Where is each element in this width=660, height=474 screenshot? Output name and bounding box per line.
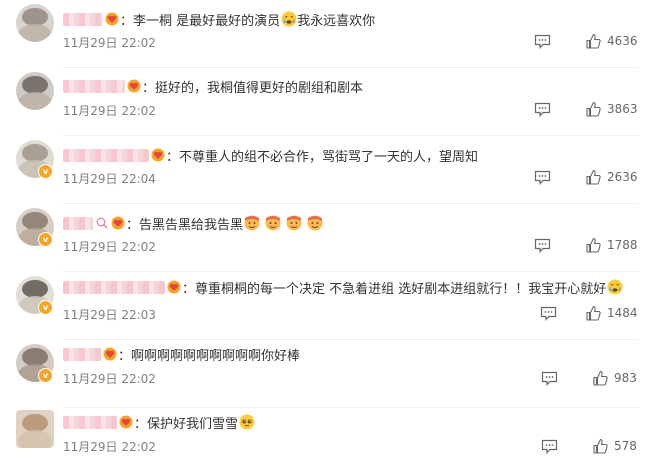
avatar[interactable] — [16, 410, 54, 448]
hot-face-icon — [244, 215, 260, 231]
timestamp: 11月29日 22:02 — [63, 240, 156, 254]
reply-icon[interactable] — [540, 306, 557, 321]
like-count: 3863 — [607, 102, 638, 116]
thumbs-up-icon — [585, 305, 602, 322]
like-button[interactable]: 1484 — [585, 304, 638, 322]
reply-icon[interactable] — [534, 34, 551, 49]
timestamp: 11月29日 22:02 — [63, 36, 156, 50]
like-count: 578 — [614, 439, 637, 453]
comment-text: 不尊重人的组不必合作，骂街骂了一天的人，望周知 — [179, 149, 479, 165]
verified-badge-icon: v — [38, 300, 53, 315]
comment-text: 挺好的，我桐值得更好的剧组和剧本 — [155, 80, 364, 96]
fan-heart-badge-icon — [119, 415, 133, 429]
comment-item: v ： 告黑告黑给我告黑 11月29日 22:02 1788 — [0, 204, 660, 272]
verified-badge-icon: v — [38, 164, 53, 179]
like-count: 4636 — [607, 34, 638, 48]
comment-item: ： 挺好的，我桐值得更好的剧组和剧本 11月29日 22:02 3863 — [0, 68, 660, 136]
crying-face-icon — [607, 279, 623, 295]
avatar[interactable] — [16, 4, 54, 42]
username-blurred[interactable] — [63, 79, 125, 93]
comment-text: 李一桐 是最好最好的演员 — [133, 13, 281, 29]
hot-face-icon — [307, 215, 323, 231]
reply-icon[interactable] — [541, 439, 558, 454]
comment-text: 啊啊啊啊啊啊啊啊啊啊你好棒 — [131, 348, 301, 364]
verified-badge-icon: v — [38, 368, 53, 383]
verified-badge-icon: v — [38, 232, 53, 247]
fan-heart-badge-icon — [103, 347, 117, 361]
like-count: 1788 — [607, 238, 638, 252]
fan-heart-badge-icon — [167, 280, 181, 294]
comment-item: ： 保护好我们雪雪 11月29日 22:02 578 — [0, 406, 660, 474]
like-button[interactable]: 1788 — [585, 236, 638, 254]
hot-face-icon — [286, 215, 302, 231]
like-count: 983 — [614, 371, 637, 385]
reply-icon[interactable] — [534, 102, 551, 117]
username-blurred[interactable] — [63, 347, 101, 361]
thumbs-up-icon — [585, 237, 602, 254]
avatar[interactable] — [16, 72, 54, 110]
like-button[interactable]: 3863 — [585, 100, 638, 118]
search-badge-icon — [95, 216, 109, 230]
fan-heart-badge-icon — [127, 79, 141, 93]
timestamp: 11月29日 22:02 — [63, 104, 156, 118]
username-blurred[interactable] — [63, 415, 117, 429]
like-count: 1484 — [607, 306, 638, 320]
like-count: 2636 — [607, 170, 638, 184]
comment-item: v ： 尊重桐桐的每一个决定 不急着进组 选好剧本进组就行！！我宝开心就好 11… — [0, 272, 660, 340]
like-button[interactable]: 4636 — [585, 32, 638, 50]
fan-heart-badge-icon — [105, 12, 119, 26]
timestamp: 11月29日 22:04 — [63, 172, 156, 186]
crying-face-icon — [281, 11, 297, 27]
thumbs-up-icon — [592, 370, 609, 387]
comment-text: 尊重桐桐的每一个决定 不急着进组 选好剧本进组就行！！我宝开心就好 — [195, 281, 607, 297]
hot-face-icon — [265, 215, 281, 231]
timestamp: 11月29日 22:03 — [63, 308, 156, 322]
like-button[interactable]: 2636 — [585, 168, 638, 186]
thumbs-up-icon — [585, 169, 602, 186]
comment-item: v ： 啊啊啊啊啊啊啊啊啊啊你好棒 11月29日 22:02 983 — [0, 340, 660, 408]
fan-heart-badge-icon — [111, 216, 125, 230]
reply-icon[interactable] — [534, 170, 551, 185]
fan-heart-badge-icon — [151, 148, 165, 162]
comment-text-tail: 我永远喜欢你 — [297, 13, 376, 29]
username-blurred[interactable] — [63, 216, 93, 230]
thumbs-up-icon — [585, 33, 602, 50]
reply-icon[interactable] — [534, 238, 551, 253]
comment-text: 保护好我们雪雪 — [147, 416, 239, 432]
pleading-face-icon — [239, 414, 255, 430]
comment-item: ： 李一桐 是最好最好的演员 我永远喜欢你 11月29日 22:02 4636 — [0, 0, 660, 68]
username-blurred[interactable] — [63, 12, 103, 26]
thumbs-up-icon — [592, 438, 609, 455]
username-blurred[interactable] — [63, 280, 165, 294]
like-button[interactable]: 578 — [592, 437, 637, 455]
comment-text: 告黑告黑给我告黑 — [139, 217, 244, 233]
timestamp: 11月29日 22:02 — [63, 372, 156, 386]
username-blurred[interactable] — [63, 148, 149, 162]
reply-icon[interactable] — [541, 371, 558, 386]
comment-item: v ： 不尊重人的组不必合作，骂街骂了一天的人，望周知 11月29日 22:04… — [0, 136, 660, 204]
like-button[interactable]: 983 — [592, 369, 637, 387]
timestamp: 11月29日 22:02 — [63, 440, 156, 454]
thumbs-up-icon — [585, 101, 602, 118]
